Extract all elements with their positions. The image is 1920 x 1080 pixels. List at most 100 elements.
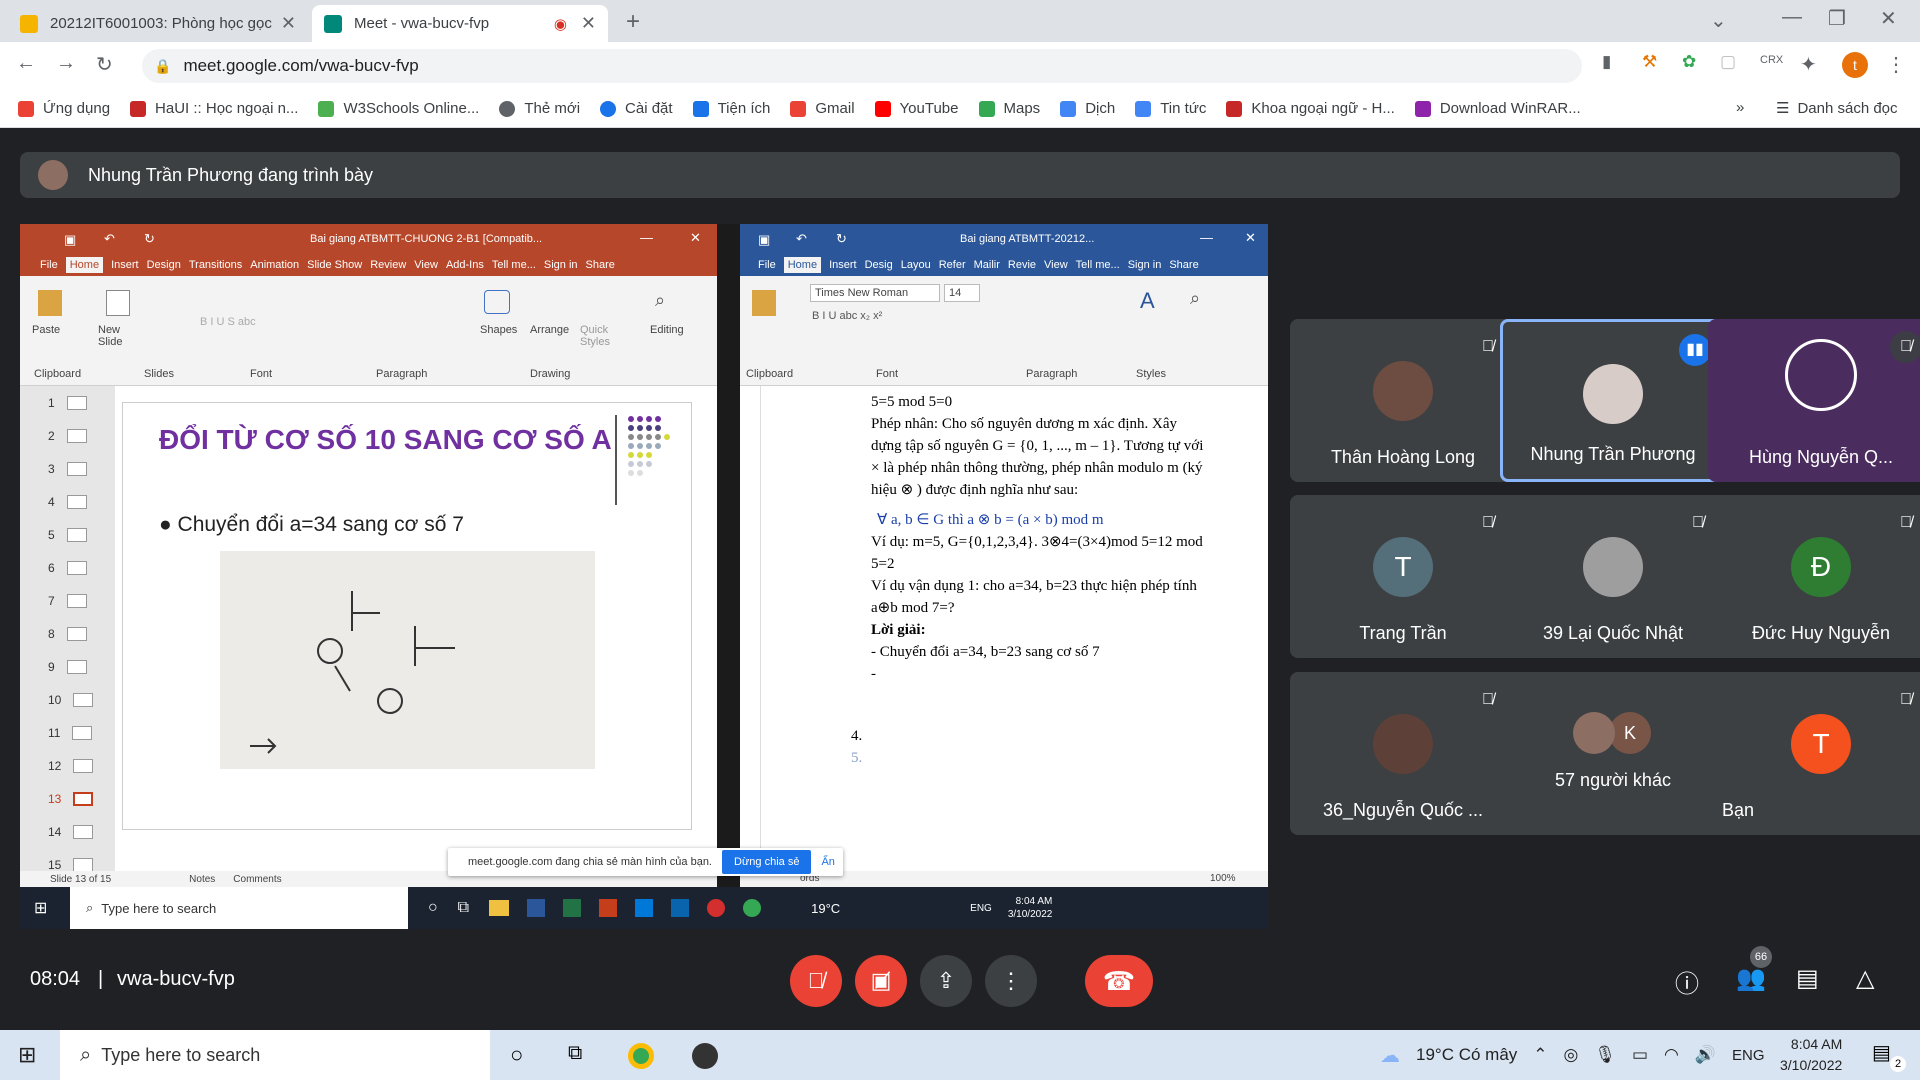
- word-app-icon[interactable]: [527, 899, 546, 917]
- tell-me[interactable]: Tell me...: [1076, 259, 1120, 271]
- tab-review[interactable]: Revie: [1008, 259, 1036, 271]
- stop-sharing-button[interactable]: Dừng chia sẻ: [722, 850, 812, 874]
- save-icon[interactable]: ▣: [758, 232, 770, 248]
- taskbar-clock[interactable]: 8:04 AM 3/10/2022: [1780, 1034, 1842, 1076]
- activities-icon[interactable]: △: [1856, 964, 1874, 993]
- tab-layout[interactable]: Layou: [901, 259, 931, 271]
- weather-text[interactable]: 19°C Có mây: [1416, 1045, 1517, 1065]
- tab-home[interactable]: Home: [65, 257, 104, 273]
- tab-design[interactable]: Design: [147, 259, 181, 271]
- notifications-icon[interactable]: ▤: [1872, 1040, 1891, 1065]
- slide-thumb[interactable]: 3: [20, 452, 115, 485]
- minimize-icon[interactable]: —: [1200, 230, 1213, 245]
- cortana-icon[interactable]: ○: [510, 1042, 523, 1068]
- zoom-level[interactable]: 100%: [1210, 873, 1236, 884]
- font-name-select[interactable]: Times New Roman: [810, 284, 940, 302]
- tab-insert[interactable]: Insert: [829, 259, 857, 271]
- participant-tile[interactable]: 🎙̸ Hùng Nguyễn Q...: [1708, 319, 1920, 482]
- tab-classroom[interactable]: 20212IT6001003: Phòng học gọc ✕: [8, 5, 308, 42]
- tab-insert[interactable]: Insert: [111, 259, 139, 271]
- tab-design[interactable]: Desig: [865, 259, 893, 271]
- paste-icon[interactable]: [38, 290, 62, 316]
- meeting-details-icon[interactable]: ⓘ: [1675, 964, 1699, 999]
- paste-icon[interactable]: [752, 290, 776, 316]
- tab-view[interactable]: View: [1044, 259, 1068, 271]
- new-slide-icon[interactable]: [106, 290, 130, 316]
- more-options-button[interactable]: ⋮: [985, 955, 1037, 1007]
- hide-button[interactable]: Ẩn: [821, 856, 834, 868]
- microphone-icon[interactable]: 🎙: [1594, 1045, 1616, 1065]
- notes-button[interactable]: Notes: [189, 874, 215, 885]
- store-app-icon[interactable]: [635, 899, 654, 917]
- slide-thumb[interactable]: 7: [20, 584, 115, 617]
- slide-thumb[interactable]: 1: [20, 386, 115, 419]
- new-tab-icon[interactable]: +: [626, 8, 640, 36]
- windows-start-icon[interactable]: ⊞: [34, 898, 47, 918]
- task-view-icon[interactable]: ⧉: [458, 899, 469, 917]
- close-tab-icon[interactable]: ✕: [581, 13, 596, 34]
- bookmark-item[interactable]: Maps: [978, 100, 1040, 117]
- back-icon[interactable]: ←: [16, 52, 36, 75]
- bookmark-item[interactable]: Khoa ngoại ngữ - H...: [1226, 100, 1395, 117]
- slide-thumb[interactable]: 10: [20, 683, 115, 716]
- wifi-icon[interactable]: ◠: [1664, 1045, 1679, 1065]
- taskbar-search[interactable]: ⌕ Type here to search: [60, 1030, 490, 1080]
- share-button[interactable]: Share: [1169, 259, 1198, 271]
- close-icon[interactable]: ✕: [690, 230, 701, 246]
- tab-view[interactable]: View: [414, 259, 438, 271]
- participant-tile[interactable]: T 🎙̸ Trang Trần: [1290, 495, 1516, 658]
- powerpoint-app-icon[interactable]: [599, 899, 618, 917]
- extension-icon[interactable]: ▢: [1720, 52, 1736, 72]
- minimize-icon[interactable]: —: [1782, 6, 1802, 29]
- self-tile[interactable]: T 🎙̸ Bạn: [1708, 672, 1920, 835]
- opera-app-icon[interactable]: [707, 899, 726, 917]
- slide-thumb[interactable]: 11: [20, 716, 115, 749]
- obs-taskbar-icon[interactable]: [692, 1043, 718, 1069]
- slide-thumb[interactable]: 8: [20, 617, 115, 650]
- participant-tile[interactable]: Đ 🎙̸ Đức Huy Nguyễn: [1708, 495, 1920, 658]
- slide-thumb[interactable]: 9: [20, 650, 115, 683]
- tab-references[interactable]: Refer: [939, 259, 966, 271]
- redo-icon[interactable]: ↻: [836, 231, 847, 247]
- sign-in[interactable]: Sign in: [544, 259, 578, 271]
- leave-call-button[interactable]: ☎: [1085, 955, 1153, 1007]
- slide-thumb-selected[interactable]: 13: [20, 782, 115, 815]
- present-screen-button[interactable]: ⇪: [920, 955, 972, 1007]
- slide-thumb[interactable]: 5: [20, 518, 115, 551]
- minimize-icon[interactable]: —: [640, 230, 653, 245]
- find-icon[interactable]: ⌕: [655, 290, 665, 311]
- excel-app-icon[interactable]: [563, 899, 582, 917]
- windows-start-icon[interactable]: ⊞: [18, 1042, 36, 1068]
- tab-mailings[interactable]: Mailir: [974, 259, 1000, 271]
- undo-icon[interactable]: ↶: [104, 231, 115, 247]
- sign-in[interactable]: Sign in: [1128, 259, 1162, 271]
- tab-file[interactable]: File: [758, 259, 776, 271]
- language-indicator[interactable]: ENG: [1732, 1047, 1765, 1064]
- participant-tile[interactable]: 🎙̸ 36_Nguyễn Quốc ...: [1290, 672, 1516, 835]
- undo-icon[interactable]: ↶: [796, 231, 807, 247]
- slide-thumb[interactable]: 12: [20, 749, 115, 782]
- crx-extension-icon[interactable]: CRX: [1760, 54, 1783, 66]
- tell-me[interactable]: Tell me...: [492, 259, 536, 271]
- styles-icon[interactable]: A: [1140, 288, 1155, 314]
- bookmark-item[interactable]: W3Schools Online...: [318, 100, 479, 117]
- tab-transitions[interactable]: Transitions: [189, 259, 242, 271]
- maximize-icon[interactable]: ❐: [1828, 6, 1846, 31]
- slide-thumb[interactable]: 6: [20, 551, 115, 584]
- bookmark-item[interactable]: Gmail: [790, 100, 855, 117]
- tab-slideshow[interactable]: Slide Show: [307, 259, 362, 271]
- chrome-taskbar-icon[interactable]: [628, 1043, 654, 1069]
- document-page[interactable]: 5=5 mod 5=0 Phép nhân: Cho số nguyên dươ…: [760, 386, 1255, 881]
- network-icon[interactable]: ◎: [1564, 1045, 1579, 1065]
- more-bookmarks-icon[interactable]: »: [1736, 99, 1744, 116]
- file-explorer-icon[interactable]: [489, 900, 510, 916]
- bookmark-item[interactable]: Dịch: [1060, 100, 1115, 117]
- slide-thumb[interactable]: 14: [20, 815, 115, 848]
- mail-app-icon[interactable]: [671, 899, 690, 917]
- menu-icon[interactable]: ⋮: [1886, 52, 1906, 77]
- reading-list-button[interactable]: ☰ Danh sách đọc: [1776, 99, 1898, 118]
- close-window-icon[interactable]: ✕: [1880, 6, 1897, 31]
- volume-icon[interactable]: 🔊: [1695, 1045, 1716, 1065]
- battery-icon[interactable]: ▭: [1632, 1045, 1648, 1065]
- font-size-select[interactable]: 14: [944, 284, 980, 302]
